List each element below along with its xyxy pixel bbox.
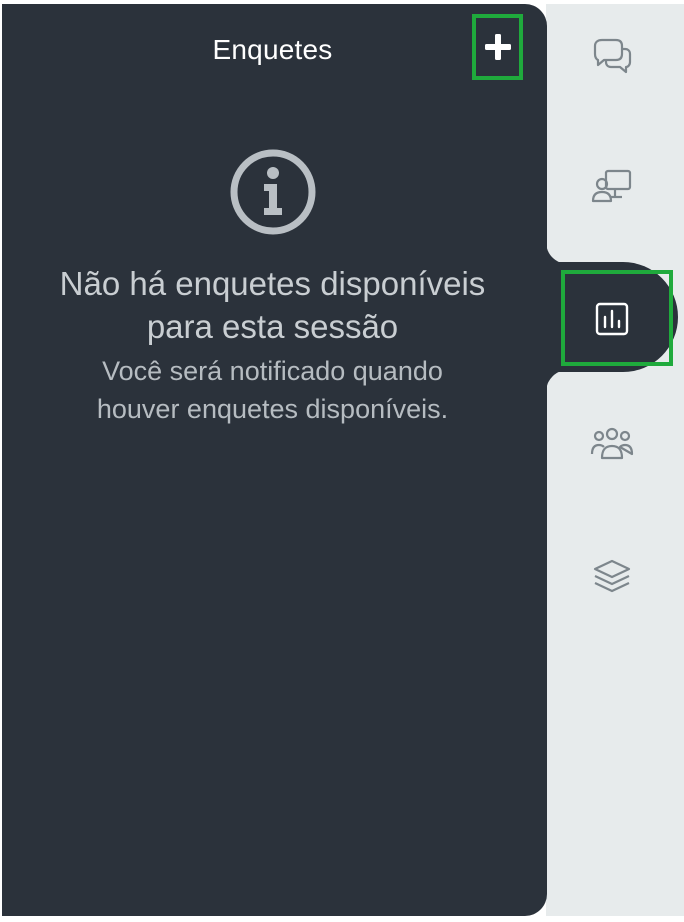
- empty-state-title: Não há enquetes disponíveis para esta se…: [0, 262, 545, 348]
- participants-icon: [590, 427, 634, 460]
- add-poll-button[interactable]: [472, 14, 523, 80]
- empty-state-title-line1: Não há enquetes disponíveis: [59, 265, 486, 302]
- rail-item-layers[interactable]: [587, 552, 637, 602]
- plus-icon: [484, 34, 511, 60]
- empty-state-subtitle: Você será notificado quando houver enque…: [0, 352, 545, 428]
- panel-title: Enquetes: [212, 34, 333, 65]
- rail-item-presenter[interactable]: [587, 162, 637, 212]
- chat-icon: [593, 38, 632, 74]
- empty-state-subtitle-line2: houver enquetes disponíveis.: [96, 394, 449, 424]
- rail-item-participants[interactable]: [587, 420, 637, 470]
- info-icon: [230, 149, 316, 235]
- poll-icon: [595, 302, 629, 336]
- polls-panel: [2, 4, 547, 916]
- empty-state-title-line2: para esta sessão: [146, 308, 399, 345]
- rail-item-chat[interactable]: [587, 32, 637, 82]
- active-tab-notch-top: [546, 240, 570, 264]
- layers-icon: [593, 559, 631, 593]
- presenter-icon: [591, 169, 632, 203]
- empty-state-subtitle-line1: Você será notificado quando: [102, 356, 443, 386]
- rail-item-polls[interactable]: [587, 294, 637, 344]
- active-tab-notch-bottom: [546, 370, 570, 394]
- app-root: Enquetes Não há enquetes disponíveis par…: [0, 0, 684, 922]
